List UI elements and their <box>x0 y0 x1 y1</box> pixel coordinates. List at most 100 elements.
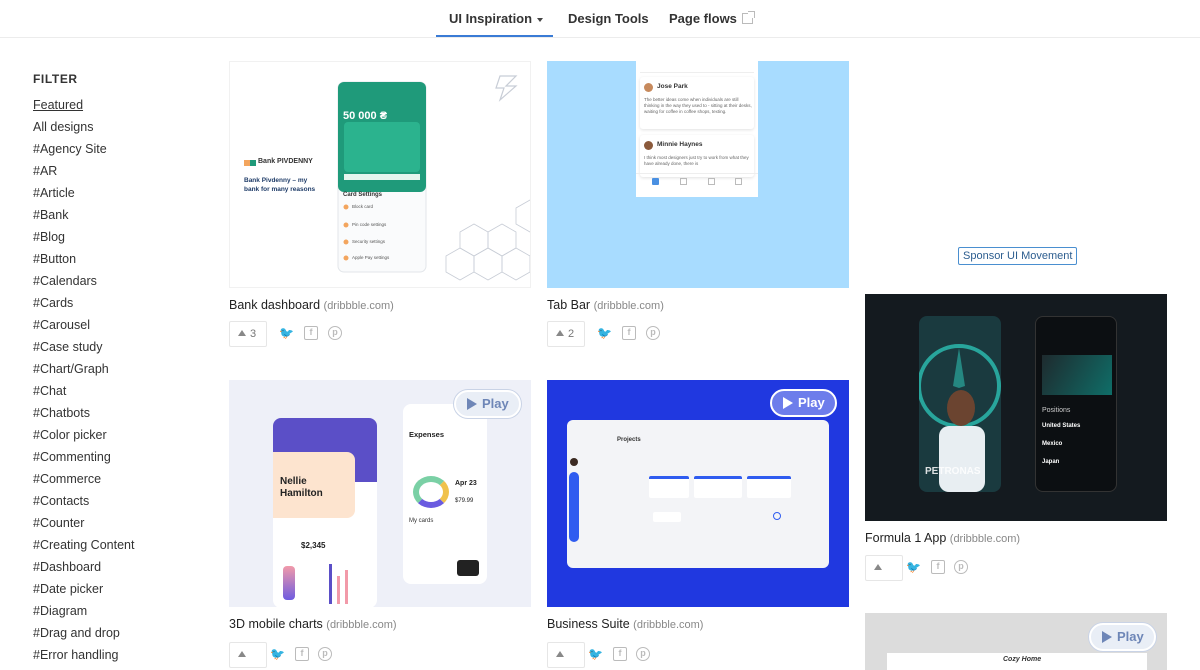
f1-country-1: United States <box>1042 423 1081 429</box>
card-title-business-suite[interactable]: Business Suite (dribbble.com) <box>547 617 703 631</box>
vote-count: 2 <box>568 328 575 340</box>
sponsor-link[interactable]: Sponsor UI Movement <box>958 247 1078 265</box>
pinterest-icon[interactable]: p <box>954 560 968 574</box>
card-title-tab-bar[interactable]: Tab Bar (dribbble.com) <box>547 298 664 312</box>
pinterest-icon[interactable]: p <box>636 647 650 661</box>
twitter-icon[interactable]: 🐦 <box>279 326 294 340</box>
business-task-card <box>747 476 791 498</box>
filter-item[interactable]: #Agency Site <box>33 140 134 162</box>
f1-country-2: Mexico <box>1042 441 1063 447</box>
f1-list-title: Positions <box>1042 407 1071 414</box>
business-task-card <box>653 512 681 522</box>
nav-design-tools[interactable]: Design Tools <box>568 11 649 26</box>
card-thumbnail-tab-bar[interactable]: Jose Park The better ideas come when ind… <box>547 61 849 288</box>
card-thumbnail-formula-1[interactable]: PETRONAS Positions United States Mexico … <box>865 294 1167 521</box>
charts-action-button <box>457 560 479 576</box>
filter-item[interactable]: #Color picker <box>33 426 134 448</box>
pinterest-icon[interactable]: p <box>318 647 332 661</box>
upvote-button[interactable]: 2 <box>547 321 585 347</box>
filter-item[interactable]: #Bank <box>33 206 134 228</box>
comment-author-2: Minnie Haynes <box>657 141 703 148</box>
facebook-icon[interactable]: f <box>622 326 636 340</box>
card-thumbnail-business-suite[interactable]: Projects Play <box>547 380 849 607</box>
upvote-icon <box>556 330 564 336</box>
card-actions: 🐦 f p <box>229 642 379 668</box>
filter-item[interactable]: #Calendars <box>33 272 134 294</box>
filter-item[interactable]: #Drag and drop <box>33 624 134 646</box>
filter-item[interactable]: #Dashboard <box>33 558 134 580</box>
upvote-button[interactable] <box>229 642 267 668</box>
filter-item[interactable]: #Commerce <box>33 470 134 492</box>
card-actions: 3 🐦 f p <box>229 321 379 347</box>
tab-bar <box>636 173 758 189</box>
card-title-formula-1[interactable]: Formula 1 App (dribbble.com) <box>865 531 1020 545</box>
filter-item[interactable]: #Article <box>33 184 134 206</box>
filter-item[interactable]: #Case study <box>33 338 134 360</box>
facebook-icon[interactable]: f <box>613 647 627 661</box>
tabbar-divider-top <box>640 63 754 73</box>
filter-item[interactable]: Featured <box>33 96 134 118</box>
play-icon <box>1102 631 1112 643</box>
play-button[interactable]: Play <box>770 389 837 417</box>
filter-item[interactable]: #Chatbots <box>33 404 134 426</box>
filter-item[interactable]: #Chart/Graph <box>33 360 134 382</box>
nav-ui-inspiration[interactable]: UI Inspiration <box>449 11 544 26</box>
vote-count: 3 <box>250 328 257 340</box>
filter-item[interactable]: #Blog <box>33 228 134 250</box>
filter-item[interactable]: #Error handling <box>33 646 134 668</box>
card-source: (dribbble.com) <box>323 300 394 312</box>
external-link-icon <box>741 11 755 24</box>
charts-date: Apr 23 <box>455 480 477 487</box>
twitter-icon[interactable]: 🐦 <box>906 560 921 574</box>
f1-car-banner <box>1042 355 1112 395</box>
pinterest-icon[interactable]: p <box>646 326 660 340</box>
play-button[interactable]: Play <box>454 390 521 418</box>
tab-icon <box>735 178 742 185</box>
upvote-button[interactable]: 3 <box>229 321 267 347</box>
filter-item[interactable]: All designs <box>33 118 134 140</box>
card-title-3d-mobile-charts[interactable]: 3D mobile charts (dribbble.com) <box>229 617 397 631</box>
card-title-text: Bank dashboard <box>229 298 321 312</box>
comment-text-1: The better ideas come when individuals a… <box>644 97 752 114</box>
upvote-button[interactable] <box>865 555 903 581</box>
nav-ui-inspiration-label: UI Inspiration <box>449 11 533 26</box>
facebook-icon[interactable]: f <box>931 560 945 574</box>
filter-item[interactable]: #Contacts <box>33 492 134 514</box>
card-thumbnail-3d-mobile-charts[interactable]: Nellie Hamilton $2,345 Expenses Apr 23 $… <box>229 380 531 607</box>
play-icon <box>783 397 793 409</box>
filter-item[interactable]: #Creating Content <box>33 536 134 558</box>
chart-bar <box>329 564 332 604</box>
nav-design-tools-label: Design Tools <box>568 11 649 26</box>
card-actions: 2 🐦 f p <box>547 321 697 347</box>
nav-page-flows[interactable]: Page flows <box>669 11 755 26</box>
filter-item[interactable]: #Diagram <box>33 602 134 624</box>
twitter-icon[interactable]: 🐦 <box>597 326 612 340</box>
filter-item[interactable]: #Date picker <box>33 580 134 602</box>
filter-item[interactable]: #Button <box>33 250 134 272</box>
filter-item[interactable]: #Counter <box>33 514 134 536</box>
cozy-home-logo: Cozy Home <box>1003 656 1042 663</box>
tab-icon <box>680 178 687 185</box>
business-task-card <box>694 476 742 498</box>
home-tab-icon <box>652 178 659 185</box>
facebook-icon[interactable]: f <box>295 647 309 661</box>
pinterest-icon[interactable]: p <box>328 326 342 340</box>
card-thumbnail-bank-dashboard[interactable]: Bank PIVDENNY Bank Pivdenny – my bank fo… <box>229 61 531 288</box>
filter-item[interactable]: #Cards <box>33 294 134 316</box>
chart-bar <box>337 576 340 604</box>
bank-setting-1: Block card <box>352 204 374 209</box>
twitter-icon[interactable]: 🐦 <box>270 647 285 661</box>
facebook-icon[interactable]: f <box>304 326 318 340</box>
play-button[interactable]: Play <box>1089 623 1156 651</box>
filter-item[interactable]: #Commenting <box>33 448 134 470</box>
filter-item[interactable]: #Chat <box>33 382 134 404</box>
card-thumbnail-cozy-home[interactable]: Cozy Home Play <box>865 613 1167 670</box>
filter-item[interactable]: #Carousel <box>33 316 134 338</box>
comment-author-1: Jose Park <box>657 83 688 90</box>
twitter-icon[interactable]: 🐦 <box>588 647 603 661</box>
upvote-button[interactable] <box>547 642 585 668</box>
play-label: Play <box>798 395 825 410</box>
bank-setting-4: Apple Pay settings <box>352 255 390 260</box>
filter-item[interactable]: #AR <box>33 162 134 184</box>
card-title-bank-dashboard[interactable]: Bank dashboard (dribbble.com) <box>229 298 394 312</box>
